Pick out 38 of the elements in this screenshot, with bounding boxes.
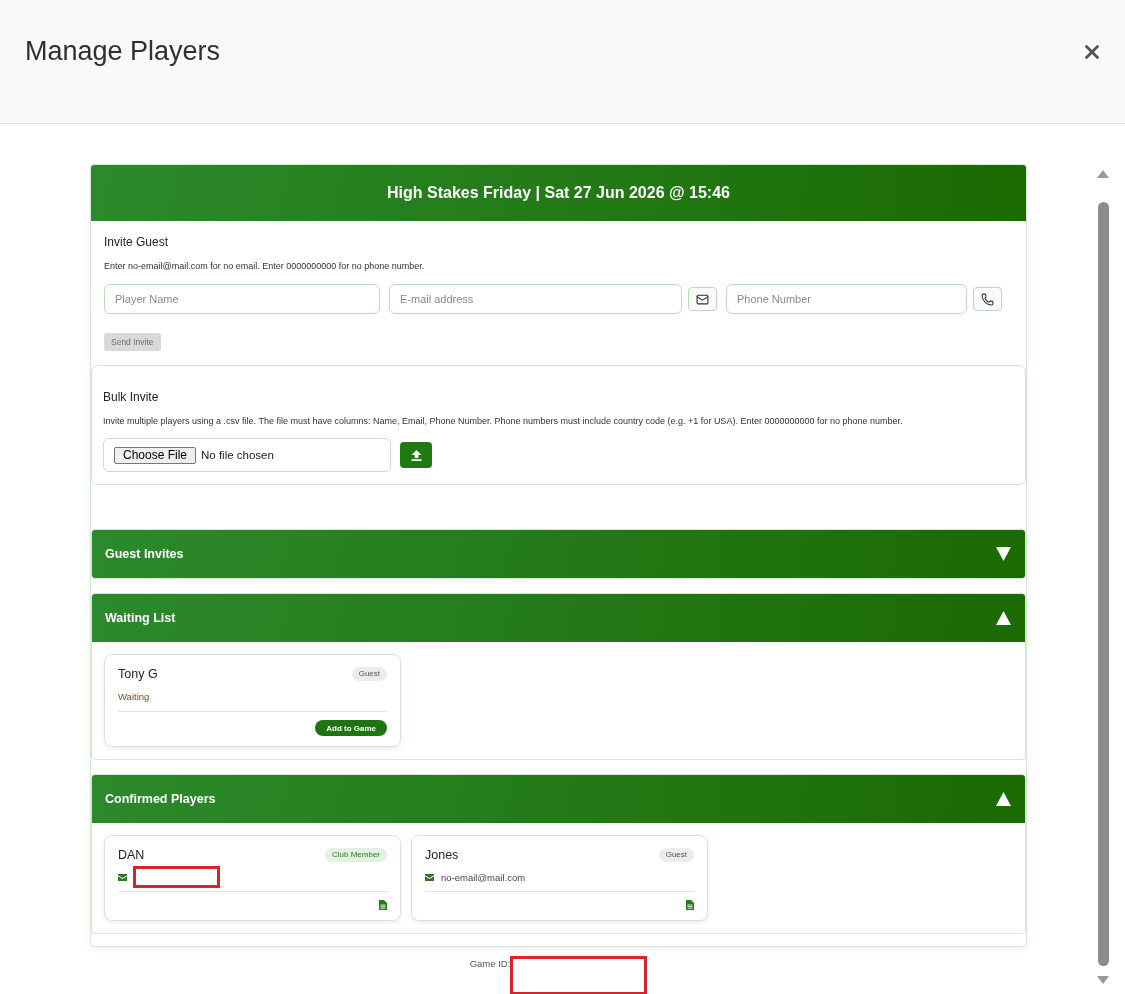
name-field[interactable]: Player Name bbox=[104, 284, 380, 314]
file-input[interactable]: Choose File No file chosen bbox=[103, 438, 391, 472]
scroll-down-icon[interactable] bbox=[1097, 976, 1109, 984]
section-title: Invite Guest bbox=[104, 235, 169, 249]
document-icon[interactable] bbox=[686, 900, 694, 910]
role-badge: Guest bbox=[658, 848, 694, 862]
email-field[interactable]: E-mail address bbox=[389, 284, 682, 314]
mail-icon bbox=[696, 292, 709, 306]
phone-icon bbox=[981, 292, 994, 306]
hint-text: Invite multiple players using a .csv file. The file must have columns: Name, Email, Phone Number. Phone numbers must include country code (e.g. +1 for USA). Enter 0000000000 for no phone number. bbox=[103, 415, 903, 427]
email-button[interactable] bbox=[688, 287, 717, 311]
scroll-up-icon[interactable] bbox=[1097, 170, 1109, 178]
status-text: Waiting bbox=[118, 691, 150, 703]
event-title: High Stakes Friday | Sat 27 Jun 2026 @ 15:46 bbox=[387, 184, 730, 202]
envelope-icon bbox=[425, 873, 434, 881]
accordion-header[interactable]: Waiting List bbox=[92, 594, 1025, 642]
hint-text: Enter no-email@mail.com for no email. Enter 0000000000 for no phone number. bbox=[104, 260, 425, 272]
role-badge: Club Member bbox=[325, 848, 387, 862]
add-to-game-button[interactable]: Add to Game bbox=[315, 720, 387, 736]
envelope-icon bbox=[118, 873, 127, 881]
accordion-header[interactable]: Confirmed Players bbox=[92, 775, 1025, 823]
choose-file-button[interactable]: Choose File bbox=[114, 446, 197, 464]
file-status-text: No file chosen bbox=[201, 449, 274, 461]
document-icon[interactable] bbox=[379, 900, 387, 910]
player-name: DAN bbox=[118, 847, 145, 863]
scrollbar-thumb[interactable] bbox=[1097, 202, 1109, 966]
player-name: Tony G bbox=[118, 666, 158, 682]
game-id-label: Game ID: bbox=[469, 958, 511, 969]
upload-icon bbox=[410, 449, 422, 461]
accordion-header[interactable]: Guest Invites bbox=[92, 530, 1025, 578]
dialog-title: Manage Players bbox=[25, 35, 221, 67]
phone-field[interactable]: Phone Number bbox=[726, 284, 967, 314]
phone-button[interactable] bbox=[973, 287, 1002, 311]
player-name: Jones bbox=[425, 847, 459, 863]
role-badge: Guest bbox=[351, 667, 387, 681]
email-text: no-email@mail.com bbox=[441, 871, 526, 883]
upload-button[interactable] bbox=[400, 442, 432, 468]
section-title: Bulk Invite bbox=[103, 390, 159, 404]
